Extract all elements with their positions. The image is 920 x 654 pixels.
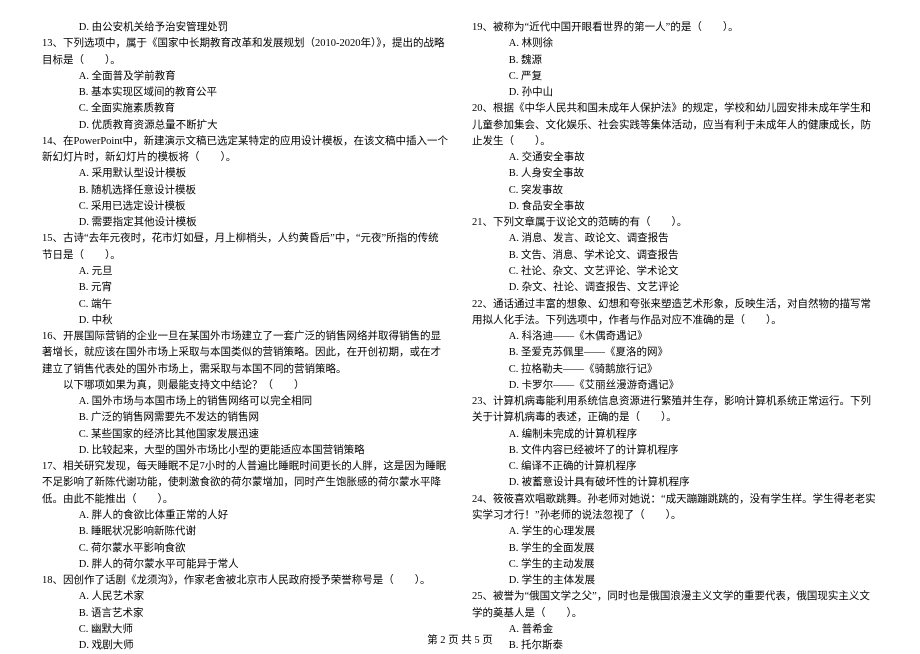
- q20-option-d: D. 食品安全事故: [472, 199, 878, 215]
- q21-option-b: B. 文告、消息、学术论文、调查报告: [472, 248, 878, 264]
- q25-stem: 25、被誉为“俄国文学之父”，同时也是俄国浪漫主义文学的重要代表，俄国现实主义文…: [472, 589, 878, 622]
- q24-stem: 24、筱筱喜欢唱歌跳舞。孙老师对她说：“成天蹦蹦跳跳的，没有学生样。学生得老老实…: [472, 492, 878, 525]
- q17-option-c: C. 荷尔蒙水平影响食欲: [42, 541, 448, 557]
- q16-option-b: B. 广泛的销售网需要先不发达的销售网: [42, 410, 448, 426]
- q19-option-a: A. 林则徐: [472, 36, 878, 52]
- q19-option-c: C. 严复: [472, 69, 878, 85]
- q22-option-c: C. 拉格勒夫——《骑鹅旅行记》: [472, 362, 878, 378]
- q13-option-d: D. 优质教育资源总量不断扩大: [42, 118, 448, 134]
- q13-option-b: B. 基本实现区域间的教育公平: [42, 85, 448, 101]
- q16-sub: 以下哪项如果为真，则最能支持文中结论？（ ）: [42, 378, 448, 394]
- q17-option-d: D. 胖人的荷尔蒙水平可能异于常人: [42, 557, 448, 573]
- q23-stem: 23、计算机病毒能利用系统信息资源进行繁殖并生存，影响计算机系统正常运行。下列关…: [472, 394, 878, 427]
- q25-option-b: B. 托尔斯泰: [472, 638, 878, 654]
- q16-option-c: C. 某些国家的经济比其他国家发展迅速: [42, 427, 448, 443]
- q15-option-c: C. 端午: [42, 297, 448, 313]
- right-column: 19、被称为“近代中国开眼看世界的第一人”的是（ ）。 A. 林则徐 B. 魏源…: [460, 20, 890, 620]
- q21-option-a: A. 消息、发言、政论文、调查报告: [472, 231, 878, 247]
- q19-option-b: B. 魏源: [472, 53, 878, 69]
- q22-option-b: B. 圣爱克苏佩里——《夏洛的网》: [472, 345, 878, 361]
- q18-option-a: A. 人民艺术家: [42, 589, 448, 605]
- q23-option-d: D. 被蓄意设计具有破坏性的计算机程序: [472, 475, 878, 491]
- left-column: D. 由公安机关给予治安管理处罚 13、下列选项中，属于《国家中长期教育改革和发…: [30, 20, 460, 620]
- q13-option-a: A. 全面普及学前教育: [42, 69, 448, 85]
- q15-option-b: B. 元宵: [42, 280, 448, 296]
- q23-option-b: B. 文件内容已经被坏了的计算机程序: [472, 443, 878, 459]
- q19-option-d: D. 孙中山: [472, 85, 878, 101]
- q20-option-b: B. 人身安全事故: [472, 166, 878, 182]
- q24-option-a: A. 学生的心理发展: [472, 524, 878, 540]
- q15-option-d: D. 中秋: [42, 313, 448, 329]
- q18-option-c: C. 幽默大师: [42, 622, 448, 638]
- q21-stem: 21、下列文章属于议论文的范畴的有（ ）。: [472, 215, 878, 231]
- q19-stem: 19、被称为“近代中国开眼看世界的第一人”的是（ ）。: [472, 20, 878, 36]
- q21-option-c: C. 社论、杂文、文艺评论、学术论文: [472, 264, 878, 280]
- q16-stem: 16、开展国际营销的企业一旦在某国外市场建立了一套广泛的销售网络并取得销售的显著…: [42, 329, 448, 378]
- q15-stem: 15、古诗“去年元夜时，花市灯如昼，月上柳梢头，人约黄昏后”中，“元夜”所指的传…: [42, 231, 448, 264]
- q18-option-b: B. 语言艺术家: [42, 606, 448, 622]
- q22-option-d: D. 卡罗尔——《艾丽丝漫游奇遇记》: [472, 378, 878, 394]
- q13-option-c: C. 全面实施素质教育: [42, 101, 448, 117]
- q23-option-c: C. 编译不正确的计算机程序: [472, 459, 878, 475]
- q16-option-d: D. 比较起来，大型的国外市场比小型的更能适应本国营销策略: [42, 443, 448, 459]
- q24-option-b: B. 学生的全面发展: [472, 541, 878, 557]
- q25-option-a: A. 普希金: [472, 622, 878, 638]
- q23-option-a: A. 编制未完成的计算机程序: [472, 427, 878, 443]
- q17-stem: 17、相关研究发现，每天睡眠不足7小时的人普遍比睡眠时间更长的人胖，这是因为睡眠…: [42, 459, 448, 508]
- q22-stem: 22、通话通过丰富的想象、幻想和夸张来塑造艺术形象，反映生活，对自然物的描写常用…: [472, 297, 878, 330]
- q14-stem: 14、在PowerPoint中，新建演示文稿已选定某特定的应用设计模板，在该文稿…: [42, 134, 448, 167]
- q13-stem: 13、下列选项中，属于《国家中长期教育改革和发展规划（2010-2020年）》，…: [42, 36, 448, 69]
- q14-option-b: B. 随机选择任意设计模板: [42, 183, 448, 199]
- q12-option-d: D. 由公安机关给予治安管理处罚: [42, 20, 448, 36]
- q24-option-c: C. 学生的主动发展: [472, 557, 878, 573]
- q22-option-a: A. 科洛迪——《木偶奇遇记》: [472, 329, 878, 345]
- q17-option-b: B. 睡眠状况影响新陈代谢: [42, 524, 448, 540]
- q18-stem: 18、因创作了话剧《龙须沟》，作家老舍被北京市人民政府授予荣誉称号是（ ）。: [42, 573, 448, 589]
- q14-option-a: A. 采用默认型设计模板: [42, 166, 448, 182]
- q16-option-a: A. 国外市场与本国市场上的销售网络可以完全相同: [42, 394, 448, 410]
- q20-option-c: C. 突发事故: [472, 183, 878, 199]
- q20-stem: 20、根据《中华人民共和国未成年人保护法》的规定，学校和幼儿园安排未成年学生和儿…: [472, 101, 878, 150]
- q17-option-a: A. 胖人的食欲比体重正常的人好: [42, 508, 448, 524]
- q18-option-d: D. 戏剧大师: [42, 638, 448, 654]
- q14-option-d: D. 需要指定其他设计模板: [42, 215, 448, 231]
- q14-option-c: C. 采用已选定设计模板: [42, 199, 448, 215]
- q20-option-a: A. 交通安全事故: [472, 150, 878, 166]
- q21-option-d: D. 杂文、社论、调查报告、文艺评论: [472, 280, 878, 296]
- q15-option-a: A. 元旦: [42, 264, 448, 280]
- q24-option-d: D. 学生的主体发展: [472, 573, 878, 589]
